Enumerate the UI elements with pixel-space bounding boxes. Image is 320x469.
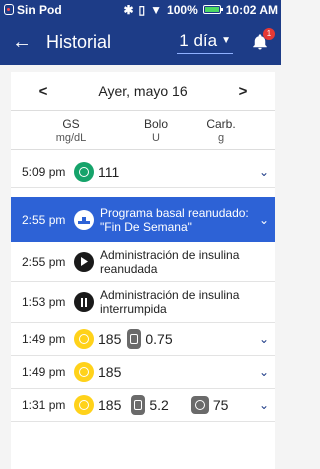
bolus-value: 0.75	[145, 331, 173, 347]
notifications-button[interactable]: 1	[251, 28, 275, 51]
chevron-down-icon[interactable]: ⌄	[259, 365, 269, 379]
chevron-down-icon[interactable]: ⌄	[259, 398, 269, 412]
glucose-value: 111	[98, 164, 120, 180]
chevron-down-icon[interactable]: ⌄	[259, 332, 269, 346]
message-line-1: Administración de insulina	[100, 288, 240, 302]
chevron-down-icon[interactable]: ⌄	[259, 213, 269, 227]
column-header: GS	[62, 116, 80, 131]
app-bar: ← Historial 1 día ▼ 1	[0, 19, 281, 65]
notification-badge: 1	[263, 28, 275, 40]
wifi-icon: ▼	[150, 2, 163, 17]
page-title: Historial	[46, 31, 112, 52]
date-navigator: < Ayer, mayo 16 >	[11, 72, 275, 110]
range-label: 1 día	[179, 30, 218, 50]
next-day-button[interactable]: >	[223, 83, 263, 100]
screen: Sin Pod ✱ ▯ ▼ 100% 10:02 AM ← Historial …	[0, 0, 281, 469]
column-header: Bolo	[143, 116, 169, 131]
list-item[interactable]: 1:49 pm 185 0.75 ⌄	[11, 323, 275, 356]
column-unit: U	[152, 131, 160, 144]
list-item-selected[interactable]: 2:55 pm Programa basal reanudado: "Fin D…	[11, 197, 275, 242]
battery-percent: 100%	[167, 2, 198, 17]
message-line-2: "Fin De Semana"	[100, 219, 192, 234]
entry-time: 1:53 pm	[22, 295, 66, 309]
insulin-pen-icon	[127, 329, 142, 349]
entry-message: Programa basal reanudado: "Fin De Semana…	[100, 206, 255, 234]
glucose-value: 185	[98, 364, 122, 380]
column-bolus: Bolo U	[131, 111, 181, 149]
entry-time: 1:31 pm	[22, 398, 66, 412]
history-list: 5:09 pm 111 ⌄ 2:55 pm Programa basal rea…	[11, 157, 275, 422]
prev-day-button[interactable]: <	[23, 83, 63, 100]
glucose-icon	[74, 329, 94, 349]
current-date: Ayer, mayo 16	[98, 83, 188, 99]
column-carbs: Carb. g	[181, 111, 261, 149]
message-line-1: Administración de insulina	[100, 247, 240, 262]
glucose-icon	[74, 362, 94, 382]
list-item[interactable]: 2:55 pm Administración de insulina reanu…	[11, 242, 275, 282]
carbs-icon	[190, 396, 209, 414]
message-line-2: reanudada	[100, 261, 158, 276]
bolus-value: 5.2	[149, 397, 169, 413]
entry-message: Administración de insulina reanudada	[100, 248, 255, 276]
entry-time: 5:09 pm	[22, 165, 66, 179]
back-arrow-icon[interactable]: ←	[12, 32, 34, 52]
bluetooth-icon: ✱	[123, 2, 134, 17]
list-item[interactable]: 5:09 pm 111 ⌄	[11, 157, 275, 188]
glucose-icon	[74, 395, 94, 415]
entry-time: 2:55 pm	[22, 254, 66, 269]
entry-message: Administración de insulina interrumpida	[100, 288, 255, 316]
carbs-value: 75	[212, 397, 229, 413]
status-bar: Sin Pod ✱ ▯ ▼ 100% 10:02 AM	[0, 0, 281, 19]
list-item[interactable]: 1:49 pm 185 ⌄	[11, 356, 275, 389]
message-line-1: Programa basal reanudado:	[100, 205, 249, 220]
glucose-value: 185	[98, 397, 122, 413]
entry-time: 1:49 pm	[22, 365, 66, 379]
range-dropdown[interactable]: 1 día ▼	[177, 31, 233, 54]
column-unit: mg/dL	[55, 131, 87, 144]
vibrate-icon: ▯	[138, 2, 146, 17]
chevron-down-icon[interactable]: ⌄	[259, 165, 269, 179]
list-item[interactable]: 1:31 pm 185 5.2 75 ⌄	[11, 389, 275, 422]
column-header: Carb.	[206, 116, 236, 131]
sim-icon	[4, 4, 14, 15]
glucose-value: 185	[98, 331, 122, 347]
message-line-2: interrumpida	[100, 302, 167, 316]
column-unit: g	[217, 131, 225, 144]
clock: 10:02 AM	[225, 2, 278, 17]
pause-icon	[74, 292, 94, 312]
column-headers: GS mg/dL Bolo U Carb. g	[11, 110, 275, 150]
caret-down-icon: ▼	[221, 35, 231, 46]
play-icon	[74, 251, 94, 272]
entry-time: 2:55 pm	[22, 212, 66, 227]
column-gs: GS mg/dL	[11, 111, 131, 149]
basal-resume-icon	[74, 209, 94, 230]
entry-time: 1:49 pm	[22, 332, 66, 346]
battery-icon	[202, 5, 223, 14]
list-item[interactable]: 1:53 pm Administración de insulina inter…	[11, 282, 275, 323]
glucose-icon	[74, 162, 94, 182]
insulin-pen-icon	[131, 395, 146, 415]
carrier-text: Sin Pod	[17, 2, 62, 17]
